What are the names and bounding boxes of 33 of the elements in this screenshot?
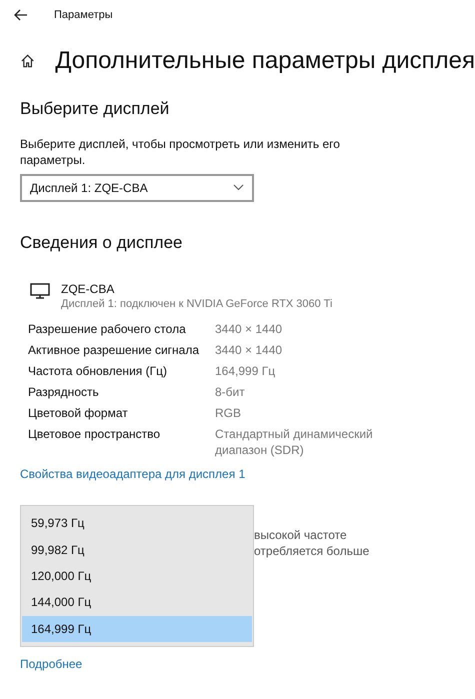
page-title: Дополнительные параметры дисплея	[55, 46, 475, 76]
partial-text: отребляется больше	[254, 543, 370, 559]
monitor-name: ZQE-CBA	[61, 281, 116, 297]
property-value: 3440 × 1440	[215, 320, 284, 336]
monitor-subtitle: Дисплей 1: подключен к NVIDIA GeForce RTX 3060 Ti	[61, 297, 332, 312]
description: Выберите дисплей, чтобы просмотреть или изменить его параметры.	[20, 136, 341, 168]
dropdown-option[interactable]: 99,982 Гц	[22, 536, 252, 563]
dropdown-option[interactable]: 164,999 Гц	[22, 616, 252, 642]
property-label: Разрешение рабочего стола	[28, 320, 187, 336]
more-link[interactable]: Подробнее	[20, 655, 455, 673]
section-heading: Выберите дисплей	[20, 98, 170, 120]
adapter-link[interactable]: Свойства видеоадаптера для дисплея 1	[20, 465, 455, 483]
window-title: Параметры	[54, 8, 113, 23]
property-value: 164,999 Гц	[215, 362, 276, 378]
partial-text: высокой частоте	[254, 527, 348, 543]
home-icon[interactable]	[20, 53, 36, 69]
monitor-icon	[30, 283, 50, 299]
property-value: 8-бит	[215, 384, 246, 400]
property-label: Активное разрешение сигнала	[28, 342, 200, 358]
back-icon[interactable]	[14, 9, 28, 21]
property-label: Частота обновления (Гц)	[28, 362, 168, 378]
property-label: Цветовое пространство	[28, 426, 162, 442]
property-label: Цветовой формат	[28, 404, 129, 420]
section-heading: Сведения о дисплее	[20, 232, 184, 254]
dropdown-option[interactable]: 144,000 Гц	[22, 589, 252, 616]
dropdown-option[interactable]: 120,000 Гц	[22, 562, 252, 590]
display-select[interactable]: Дисплей 1: ZQE-CBA	[20, 174, 254, 202]
property-label: Разрядность	[28, 384, 100, 400]
property-value: Стандартный динамический диапазон (SDR)	[215, 426, 374, 458]
dropdown-option[interactable]: 59,973 Гц	[22, 510, 252, 536]
chevron-icon	[233, 184, 244, 191]
property-value: RGB	[215, 404, 242, 420]
property-value: 3440 × 1440	[215, 342, 284, 358]
